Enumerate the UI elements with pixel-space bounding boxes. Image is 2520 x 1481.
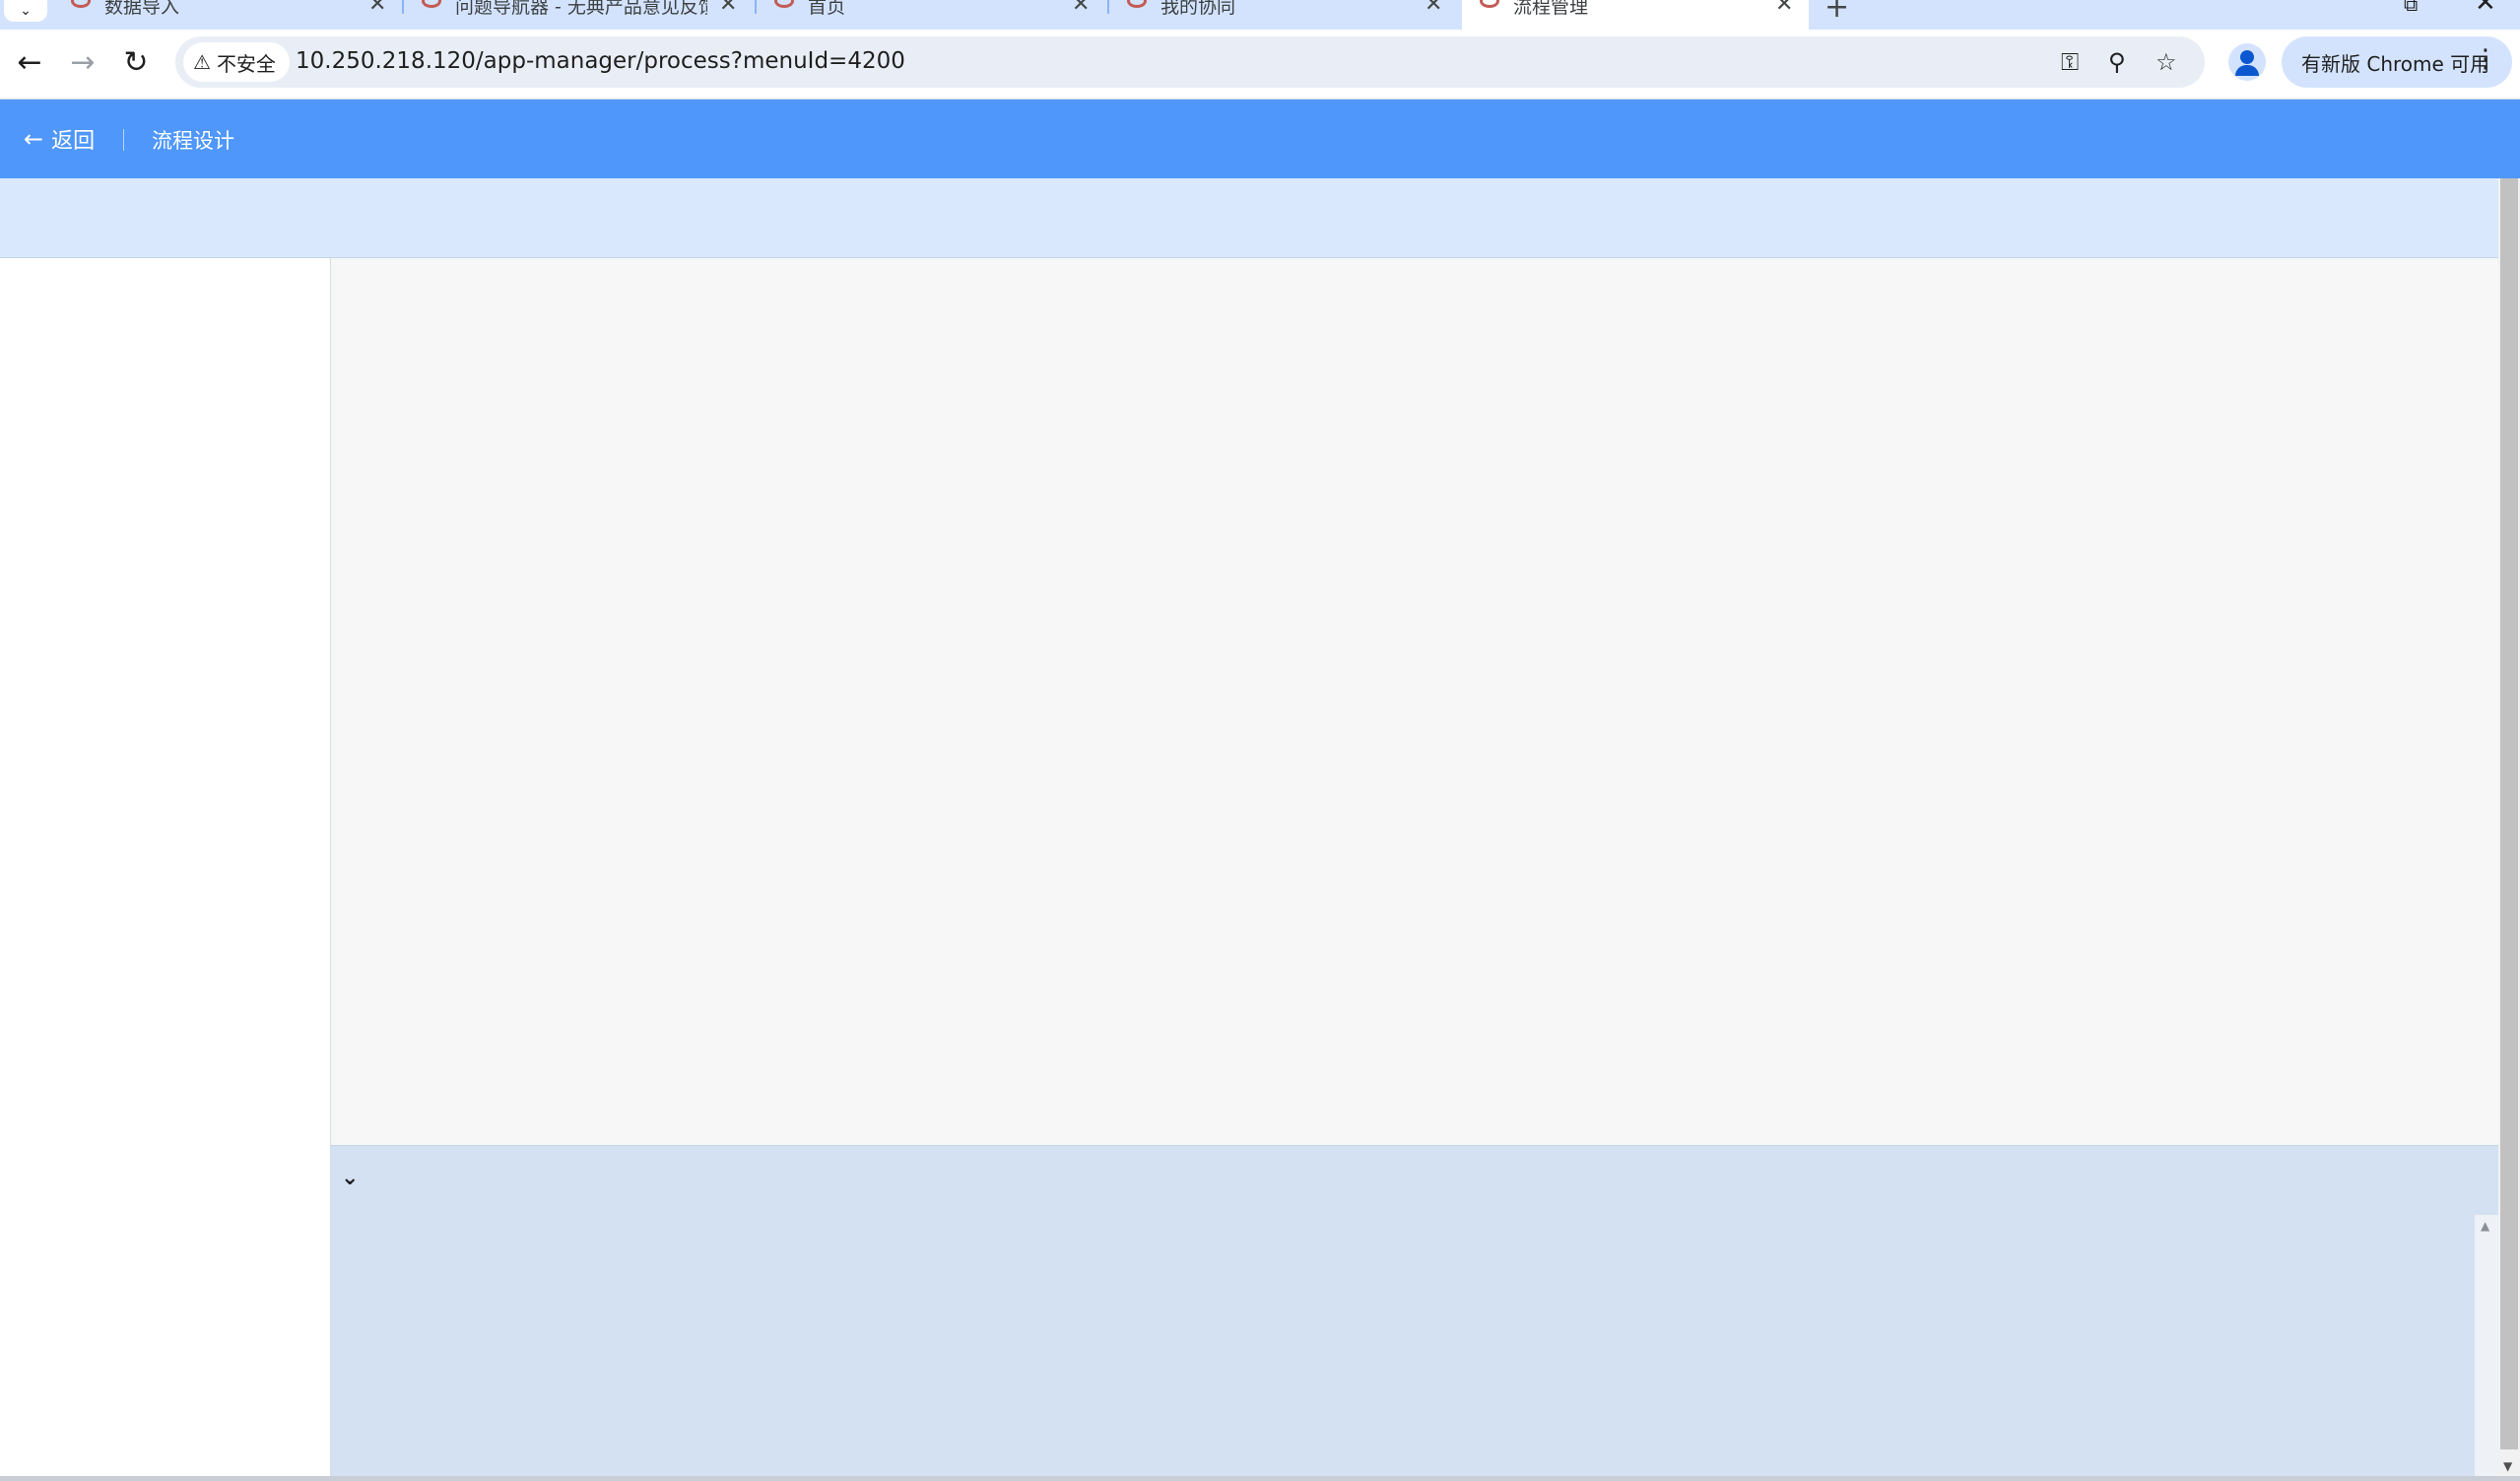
tab-search-button[interactable]: ⌄ xyxy=(4,0,47,22)
process-canvas[interactable] xyxy=(331,258,2498,1145)
key-icon[interactable]: ⚿ xyxy=(2061,48,2079,76)
tab-title: 流程管理 xyxy=(1513,0,1589,18)
browser-toolbar: ← → ↻ ⚠ 不安全 10.250.218.120/app-manager/p… xyxy=(0,30,2520,100)
tab-strip: ⌄ 数据导入 ✕ 问题导航器 - 无典产品意见反馈 ✕ 首页 ✕ 我的协同 ✕ … xyxy=(0,0,2520,30)
reload-icon[interactable]: ↻ xyxy=(116,45,156,80)
close-icon[interactable]: ✕ xyxy=(1425,0,1442,17)
close-window-icon[interactable]: ✕ xyxy=(2475,0,2496,18)
close-icon[interactable]: ✕ xyxy=(1072,0,1090,17)
scrollbar-thumb[interactable] xyxy=(2500,178,2518,1449)
back-button[interactable]: ← 返回 xyxy=(24,123,95,155)
app-favicon-icon xyxy=(71,0,91,8)
properties-panel xyxy=(331,1215,2475,1476)
app-favicon-icon xyxy=(774,0,794,8)
app-header: ← 返回 流程设计 xyxy=(0,100,2520,178)
warning-icon: ⚠ xyxy=(193,50,211,74)
tab-data-import[interactable]: 数据导入 ✕ xyxy=(51,0,404,30)
app-favicon-icon xyxy=(1480,0,1499,8)
chrome-update-button[interactable]: 有新版 Chrome 可用 ⋮ xyxy=(2282,36,2512,88)
app-favicon-icon xyxy=(1127,0,1147,8)
kebab-menu-icon[interactable]: ⋮ xyxy=(2473,44,2498,74)
close-icon[interactable]: ✕ xyxy=(719,0,737,17)
update-label: 有新版 Chrome 可用 xyxy=(2301,51,2490,76)
url-text[interactable]: 10.250.218.120/app-manager/process?menuI… xyxy=(296,48,905,74)
tab-issue-navigator[interactable]: 问题导航器 - 无典产品意见反馈 ✕ xyxy=(404,0,757,30)
new-tab-button[interactable]: + xyxy=(1824,0,1849,25)
scroll-up-icon[interactable]: ▲ xyxy=(2481,1219,2489,1233)
tab-title: 我的协同 xyxy=(1161,0,1236,18)
restore-window-icon[interactable]: ⧉ xyxy=(2404,0,2418,16)
forward-icon[interactable]: → xyxy=(63,45,102,80)
properties-panel-header: ⌄ xyxy=(331,1145,2498,1216)
star-icon[interactable]: ☆ xyxy=(2155,48,2177,76)
palette-panel xyxy=(0,258,331,1477)
tab-title: 问题导航器 - 无典产品意见反馈 xyxy=(455,0,707,18)
close-icon[interactable]: ✕ xyxy=(1775,0,1793,17)
chevron-down-icon: ⌄ xyxy=(20,3,32,19)
security-label: 不安全 xyxy=(216,51,276,76)
tab-home[interactable]: 首页 ✕ xyxy=(757,0,1109,30)
back-icon[interactable]: ← xyxy=(10,45,49,80)
scroll-down-icon[interactable]: ▼ xyxy=(2503,1459,2512,1473)
page-scrollbar[interactable]: ▼ xyxy=(2498,178,2520,1477)
designer-toolbar xyxy=(0,178,2498,258)
person-icon xyxy=(2240,50,2254,64)
tab-process-management[interactable]: 流程管理 ✕ xyxy=(1462,0,1809,30)
tab-title: 数据导入 xyxy=(104,0,180,18)
header-divider xyxy=(123,129,124,151)
address-bar[interactable]: ⚠ 不安全 10.250.218.120/app-manager/process… xyxy=(175,36,2205,88)
zoom-icon[interactable]: ⚲ xyxy=(2108,48,2126,76)
tab-my-collaboration[interactable]: 我的协同 ✕ xyxy=(1109,0,1460,30)
properties-scrollbar[interactable]: ▲ xyxy=(2475,1215,2498,1476)
security-chip[interactable]: ⚠ 不安全 xyxy=(183,42,290,82)
app-favicon-icon xyxy=(422,0,441,8)
page-title: 流程设计 xyxy=(152,129,234,153)
window-bottom-edge xyxy=(0,1476,2520,1481)
back-label: 返回 xyxy=(51,129,96,154)
close-icon[interactable]: ✕ xyxy=(368,0,386,17)
profile-avatar[interactable] xyxy=(2228,43,2266,81)
arrow-left-icon: ← xyxy=(24,125,44,153)
tab-title: 首页 xyxy=(808,0,846,18)
chevron-down-icon[interactable]: ⌄ xyxy=(341,1166,359,1190)
person-icon-body xyxy=(2235,65,2259,76)
